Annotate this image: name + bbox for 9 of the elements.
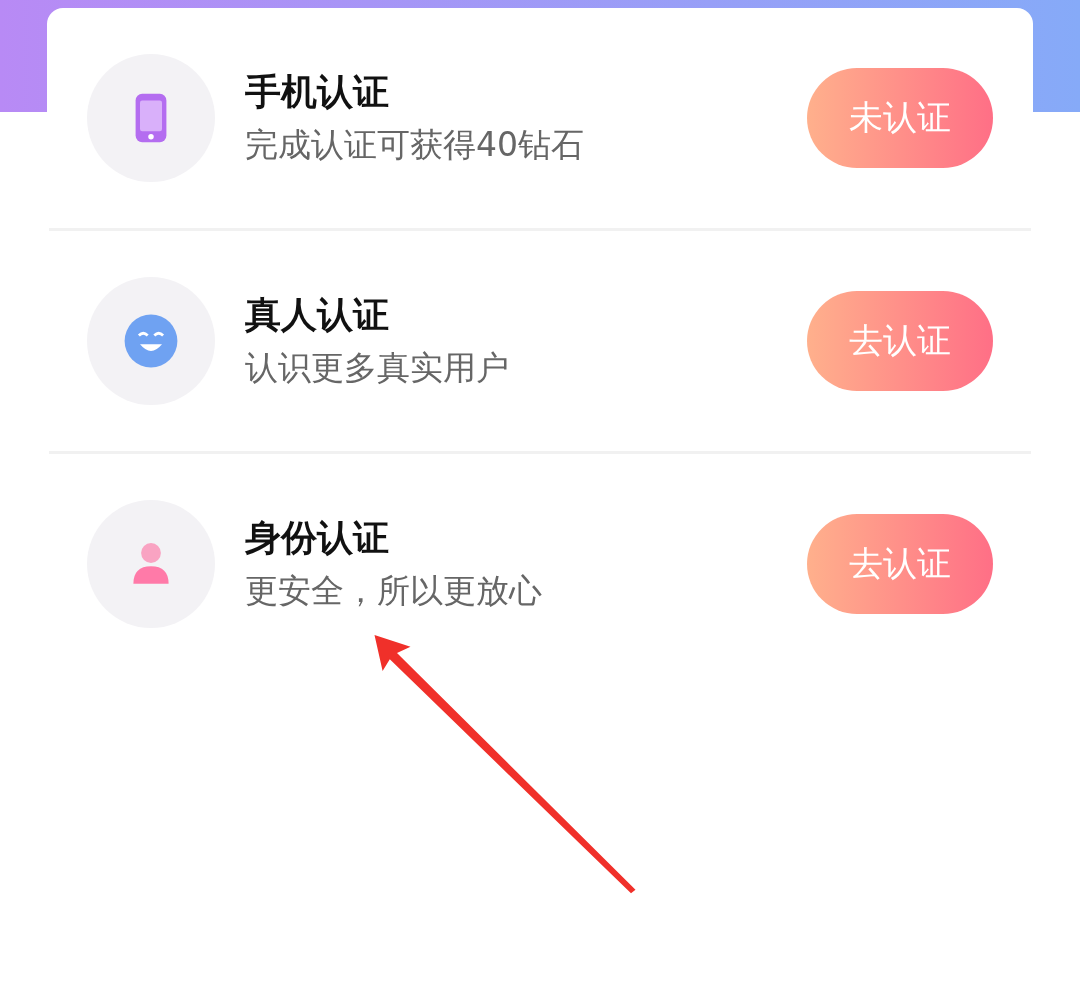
verification-description: 完成认证可获得40钻石 <box>245 124 585 166</box>
verify-button[interactable]: 去认证 <box>807 514 993 614</box>
verification-description: 更安全，所以更放心 <box>245 570 543 612</box>
verify-button[interactable]: 未认证 <box>807 68 993 168</box>
verification-title: 身份认证 <box>245 516 390 560</box>
verification-description: 认识更多真实用户 <box>245 347 510 389</box>
verification-title: 真人认证 <box>245 293 390 337</box>
verification-title: 手机认证 <box>245 70 390 114</box>
verify-button[interactable]: 去认证 <box>807 291 993 391</box>
